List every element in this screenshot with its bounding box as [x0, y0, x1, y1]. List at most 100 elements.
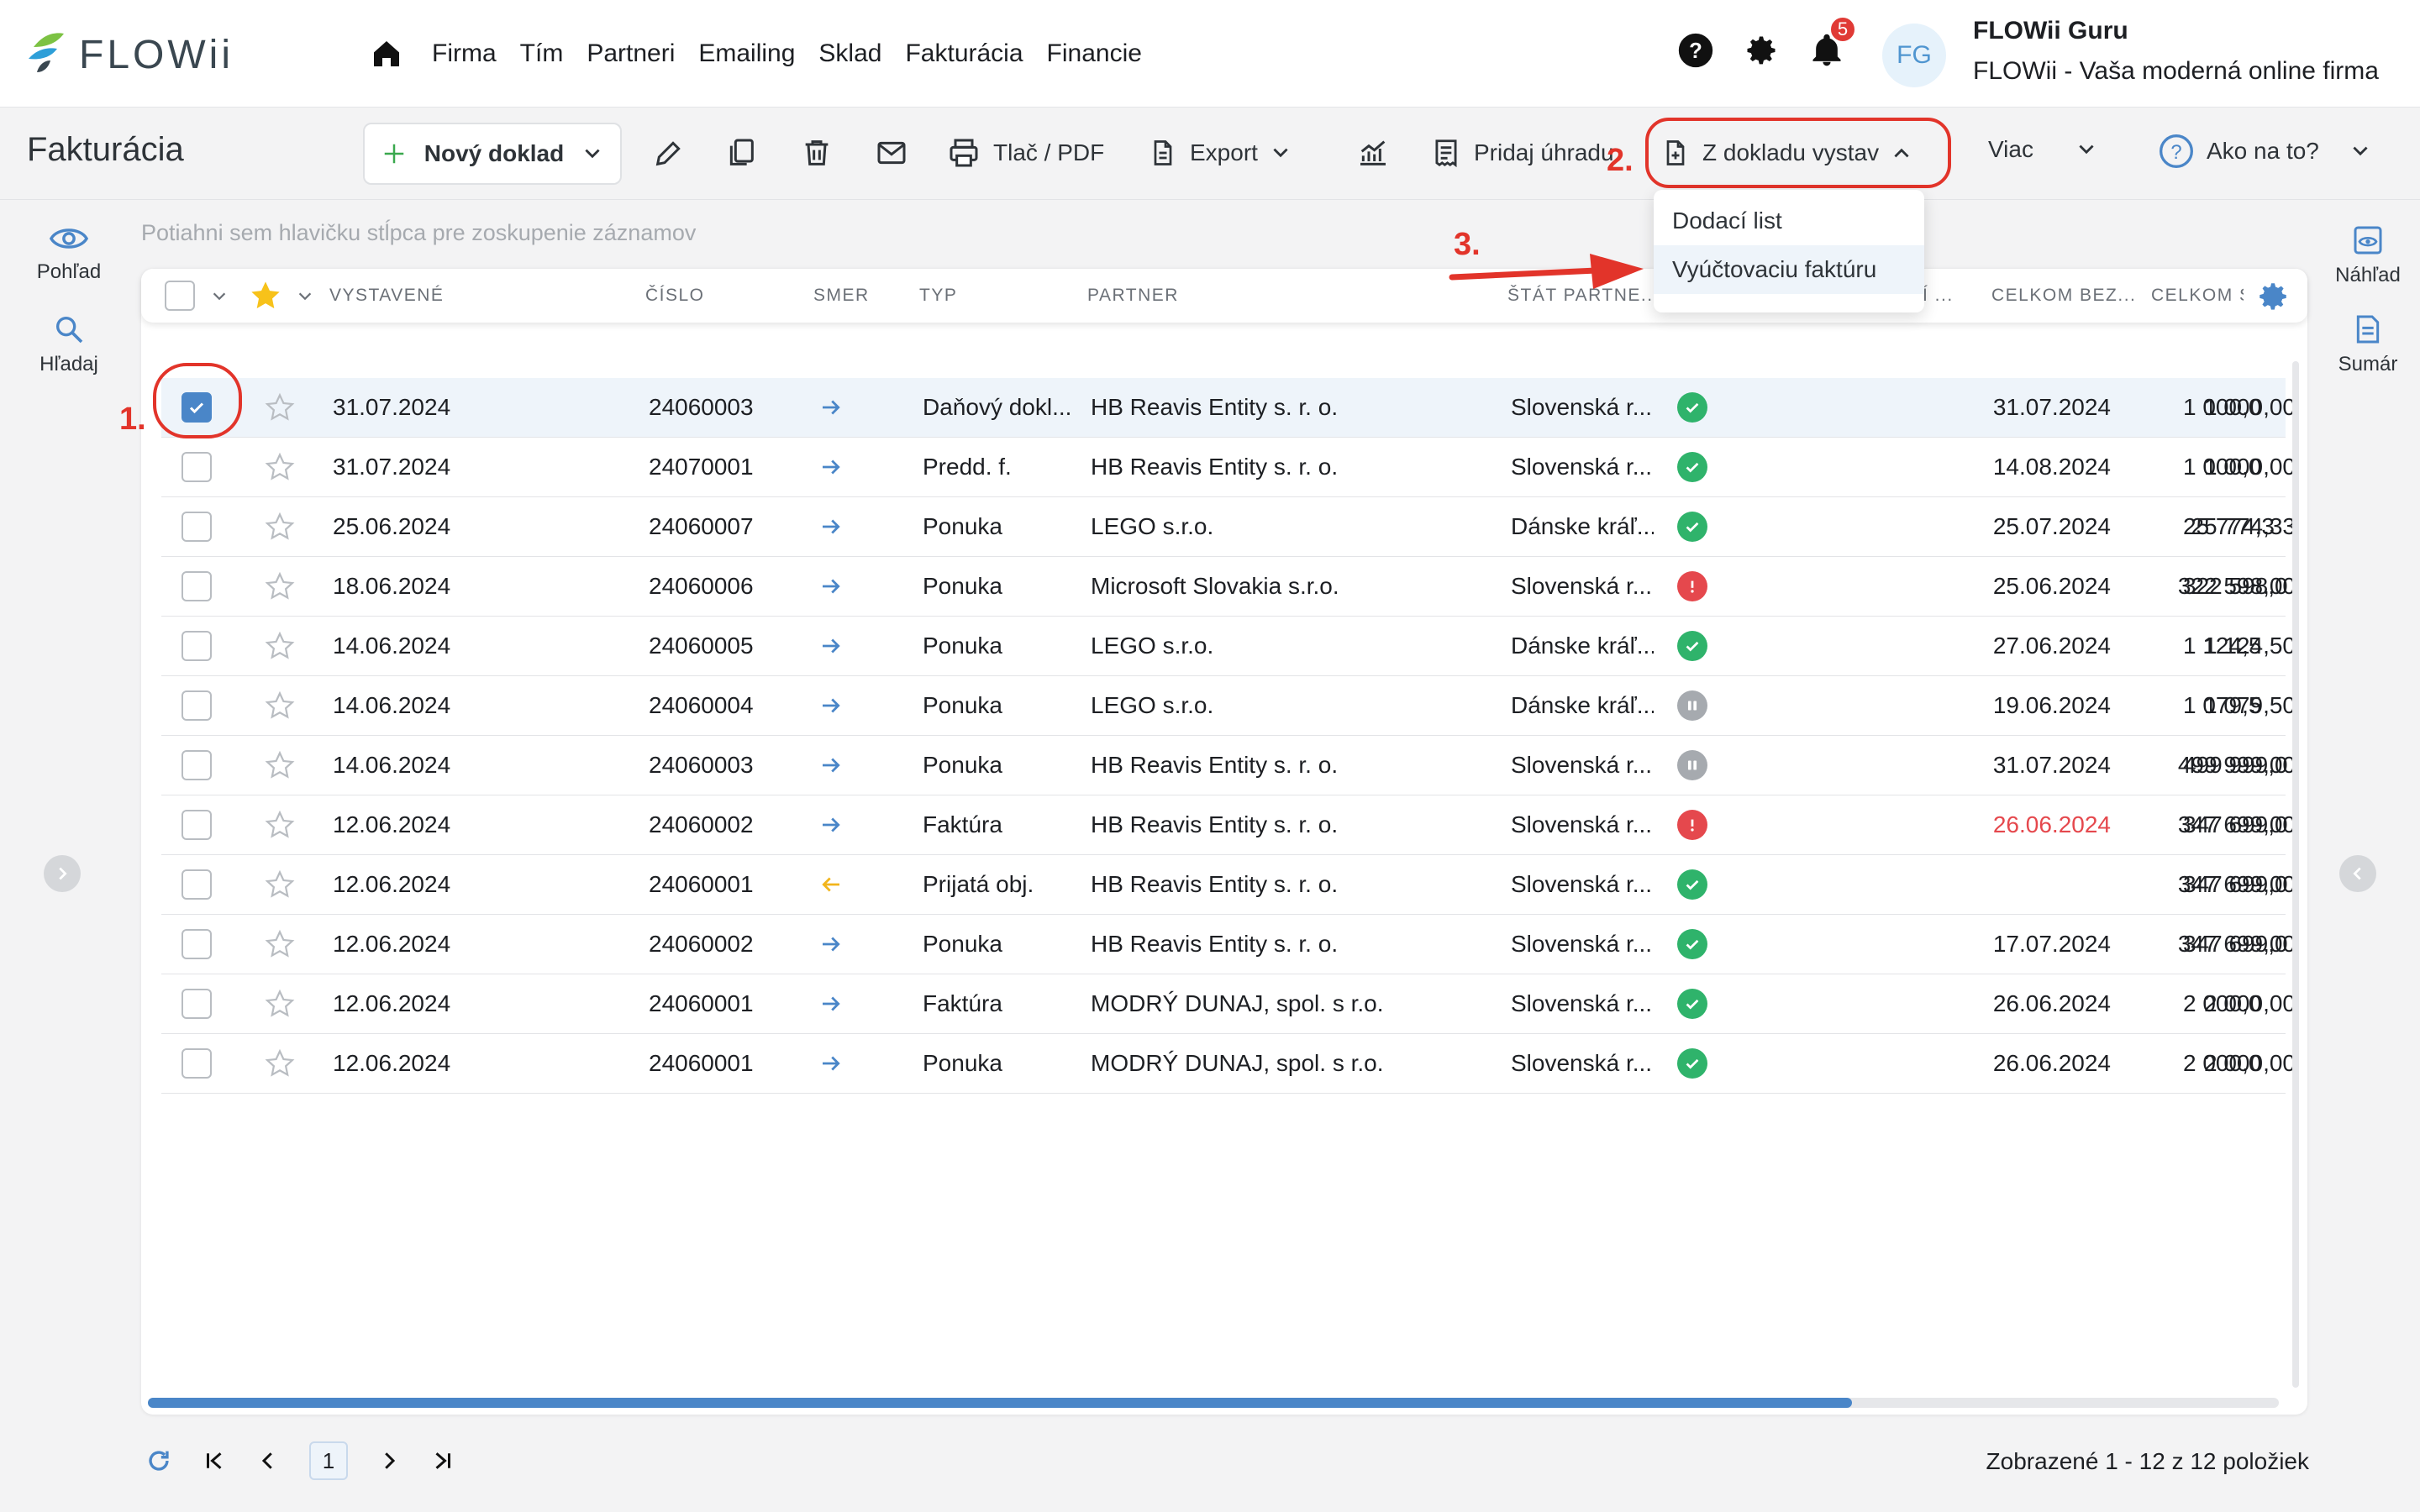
- direction-outgoing-arrow-icon: [818, 438, 844, 496]
- chevron-down-icon[interactable]: [210, 287, 229, 306]
- favorite-star-icon[interactable]: [264, 378, 296, 437]
- horizontal-scrollbar-thumb[interactable]: [148, 1398, 1852, 1408]
- table-row[interactable]: 14.06.2024 24060003 Ponuka HB Reavis Entity…: [161, 736, 2296, 795]
- favorite-star-icon[interactable]: [264, 795, 296, 854]
- export-button[interactable]: Export: [1148, 136, 1292, 170]
- view-rail-button[interactable]: Pohľad: [35, 223, 103, 284]
- nav-item-firma[interactable]: Firma: [432, 39, 497, 68]
- chevron-down-icon[interactable]: [296, 287, 314, 306]
- last-page-icon[interactable]: [430, 1448, 455, 1473]
- row-checkbox[interactable]: [182, 452, 212, 482]
- chevron-down-icon: [1273, 148, 1288, 158]
- row-checkbox[interactable]: [182, 869, 212, 900]
- star-filter-icon[interactable]: [249, 279, 282, 312]
- refresh-icon[interactable]: [145, 1446, 173, 1475]
- cell-total: 2 000,0: [2183, 990, 2262, 1016]
- column-header-due-date[interactable]: Í ...: [1923, 286, 1954, 306]
- favorite-star-icon[interactable]: [264, 617, 296, 675]
- table-row[interactable]: 12.06.2024 24060001 Prijatá obj. HB Reavis …: [161, 855, 2296, 915]
- row-checkbox[interactable]: [182, 929, 212, 959]
- notifications-bell-icon[interactable]: 5: [1808, 15, 1857, 69]
- table-row[interactable]: 31.07.2024 24070001 Predd. f. HB Reavis Ent…: [161, 438, 2296, 497]
- add-payment-label: Pridaj úhradu: [1474, 139, 1613, 165]
- statistics-button[interactable]: [1355, 136, 1392, 170]
- table-row[interactable]: 12.06.2024 24060002 Ponuka HB Reavis Entity…: [161, 915, 2296, 974]
- search-rail-button[interactable]: Hľadaj: [35, 312, 103, 376]
- next-page-icon[interactable]: [376, 1448, 402, 1473]
- select-all-checkbox[interactable]: [165, 281, 195, 311]
- column-settings-gear-icon[interactable]: [2255, 279, 2291, 314]
- nav-item-emailing[interactable]: Emailing: [698, 39, 795, 68]
- previous-page-icon[interactable]: [255, 1448, 281, 1473]
- table-row[interactable]: 31.07.2024 24060003 Daňový dokl... HB Reavi…: [161, 378, 2296, 438]
- direction-outgoing-arrow-icon: [818, 497, 844, 556]
- favorite-star-icon[interactable]: [264, 1034, 296, 1093]
- column-header-total-excl-vat[interactable]: CELKOM BEZ...: [1991, 286, 2136, 306]
- row-checkbox[interactable]: [182, 571, 212, 601]
- column-header-type[interactable]: TYP: [919, 286, 957, 306]
- vertical-scrollbar[interactable]: [2292, 361, 2299, 1388]
- table-row[interactable]: 14.06.2024 24060005 Ponuka LEGO s.r.o. Dánsk…: [161, 617, 2296, 676]
- more-button[interactable]: Viac: [1988, 136, 2097, 163]
- favorite-star-icon[interactable]: [264, 736, 296, 795]
- nav-item-tim[interactable]: Tím: [520, 39, 564, 68]
- favorite-star-icon[interactable]: [264, 497, 296, 556]
- add-payment-button[interactable]: Pridaj úhradu: [1430, 136, 1613, 170]
- user-avatar[interactable]: FG: [1882, 24, 1946, 87]
- row-checkbox[interactable]: [182, 989, 212, 1019]
- row-checkbox[interactable]: [182, 810, 212, 840]
- column-header-number[interactable]: ČÍSLO: [645, 286, 705, 306]
- brand-logo[interactable]: FLOWii: [25, 24, 234, 86]
- copy-button[interactable]: [724, 136, 758, 170]
- status-ok-icon: [1677, 512, 1707, 542]
- row-checkbox[interactable]: [182, 750, 212, 780]
- menu-item-settlement-invoice[interactable]: Vyúčtovaciu faktúru: [1654, 245, 1924, 294]
- column-header-direction[interactable]: SMER: [813, 286, 870, 306]
- favorite-star-icon[interactable]: [264, 974, 296, 1033]
- mail-icon: [877, 141, 906, 165]
- table-row[interactable]: 25.06.2024 24060007 Ponuka LEGO s.r.o. Dánsk…: [161, 497, 2296, 557]
- row-checkbox[interactable]: [182, 631, 212, 661]
- home-icon[interactable]: [370, 37, 403, 71]
- nav-item-partneri[interactable]: Partneri: [587, 39, 675, 68]
- how-to-button[interactable]: ? Ako na to?: [2158, 133, 2371, 170]
- table-row[interactable]: 14.06.2024 24060004 Ponuka LEGO s.r.o. Dánsk…: [161, 676, 2296, 736]
- favorite-star-icon[interactable]: [264, 557, 296, 616]
- cell-due-date: 26.06.2024: [1992, 1050, 2111, 1076]
- favorite-star-icon[interactable]: [264, 855, 296, 914]
- column-header-total[interactable]: CELKOM S: [2151, 286, 2244, 306]
- help-icon[interactable]: ?: [1677, 32, 1714, 69]
- current-page[interactable]: 1: [309, 1441, 348, 1480]
- nav-item-sklad[interactable]: Sklad: [818, 39, 881, 68]
- cell-due-date: 17.07.2024: [1992, 931, 2111, 957]
- row-checkbox[interactable]: [182, 690, 212, 721]
- page-title: Fakturácia: [27, 131, 184, 168]
- table-row[interactable]: 12.06.2024 24060001 Faktúra MODRÝ DUNAJ, sp…: [161, 974, 2296, 1034]
- preview-rail-button[interactable]: Náhľad: [2329, 223, 2407, 287]
- email-button[interactable]: [874, 136, 909, 170]
- summary-rail-button[interactable]: Sumár: [2329, 312, 2407, 376]
- column-header-partner[interactable]: PARTNER: [1087, 286, 1179, 306]
- nav-item-fakturacia[interactable]: Fakturácia: [905, 39, 1023, 68]
- first-page-icon[interactable]: [202, 1448, 227, 1473]
- collapse-left-panel-button[interactable]: [44, 855, 81, 892]
- column-header-issued[interactable]: VYSTAVENÉ: [329, 286, 444, 306]
- print-pdf-button[interactable]: Tlač / PDF: [946, 136, 1104, 170]
- nav-item-financie[interactable]: Financie: [1047, 39, 1142, 68]
- cell-type: Ponuka: [923, 931, 1002, 957]
- settings-gear-icon[interactable]: [1743, 32, 1780, 69]
- favorite-star-icon[interactable]: [264, 438, 296, 496]
- favorite-star-icon[interactable]: [264, 915, 296, 974]
- table-row[interactable]: 18.06.2024 24060006 Ponuka Microsoft Slovak…: [161, 557, 2296, 617]
- menu-item-delivery-note[interactable]: Dodací list: [1654, 197, 1924, 245]
- row-checkbox[interactable]: [182, 512, 212, 542]
- table-row[interactable]: 12.06.2024 24060001 Ponuka MODRÝ DUNAJ, spo…: [161, 1034, 2296, 1094]
- delete-button[interactable]: [800, 136, 834, 170]
- collapse-right-panel-button[interactable]: [2339, 855, 2376, 892]
- favorite-star-icon[interactable]: [264, 676, 296, 735]
- edit-button[interactable]: [652, 136, 686, 170]
- table-row[interactable]: 12.06.2024 24060002 Faktúra HB Reavis Entit…: [161, 795, 2296, 855]
- row-checkbox[interactable]: [182, 1048, 212, 1079]
- new-document-button[interactable]: Nový doklad: [363, 123, 622, 185]
- status-ok-icon: [1677, 989, 1707, 1019]
